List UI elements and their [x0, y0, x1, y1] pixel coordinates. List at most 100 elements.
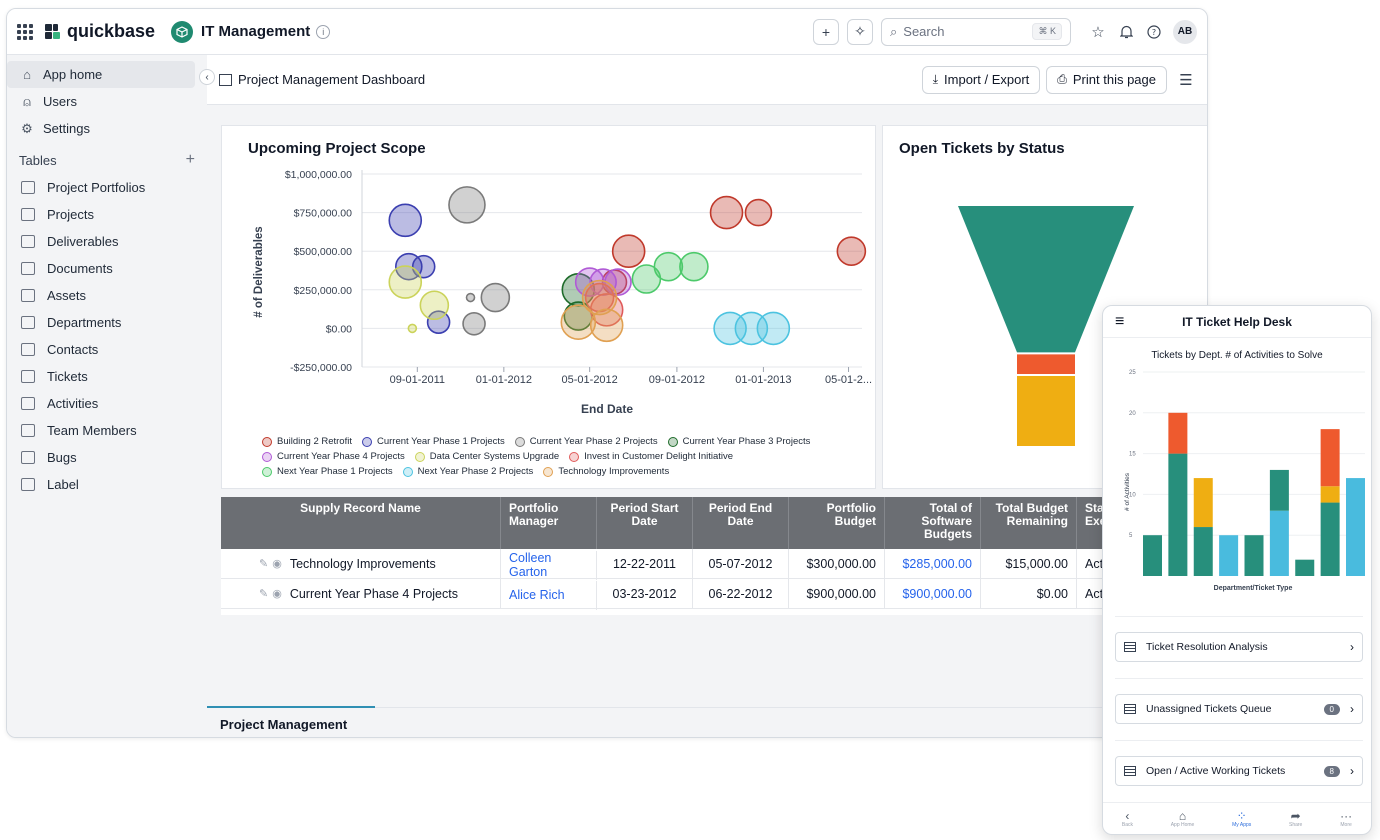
info-icon[interactable]: i [316, 24, 331, 39]
column-header[interactable]: Total Budget Remaining [981, 497, 1077, 549]
column-header[interactable]: Supply Record Name [221, 497, 501, 549]
legend-item[interactable]: Current Year Phase 3 Projects [667, 436, 810, 448]
page-title: Project Management Dashboard [219, 72, 425, 87]
legend-swatch [514, 437, 525, 447]
footer-app-home[interactable]: ⌂ App Home [1171, 810, 1195, 828]
bar-segment[interactable] [1168, 412, 1188, 454]
sidebar-table-label[interactable]: Label [7, 471, 207, 498]
avatar[interactable]: AB [1173, 19, 1197, 44]
sidebar-table-assets[interactable]: Assets [7, 282, 207, 309]
column-header[interactable]: Total of Software Budgets [885, 497, 981, 549]
bubble-point [465, 292, 476, 303]
bar-segment[interactable] [1168, 453, 1188, 576]
table-cell: $300,000.00 [806, 556, 876, 571]
column-header[interactable]: Portfolio Budget [789, 497, 885, 549]
app-grid-icon[interactable] [17, 23, 33, 40]
help-icon[interactable]: ? [1141, 19, 1167, 45]
bar-segment[interactable] [1346, 478, 1365, 576]
x-axis-label: End Date [581, 402, 633, 416]
table-cell[interactable]: $900,000.00 [902, 587, 972, 601]
bar-segment[interactable] [1295, 559, 1315, 576]
sidebar-table-deliverables[interactable]: Deliverables [7, 228, 207, 255]
import-export-button[interactable]: ⤓ Import / Export [921, 65, 1041, 94]
sliders-icon[interactable]: ☰ [1173, 71, 1199, 89]
legend-item[interactable]: Next Year Phase 2 Projects [402, 466, 533, 478]
home-icon: ⌂ [23, 67, 31, 82]
table-cell[interactable]: Colleen Garton [509, 551, 588, 579]
bar-segment[interactable] [1219, 535, 1239, 576]
star-icon[interactable]: ☆ [1085, 19, 1111, 45]
bar-segment[interactable] [1269, 510, 1289, 576]
sidebar-table-bugs[interactable]: Bugs [7, 444, 207, 471]
legend-item[interactable]: Next Year Phase 1 Projects [262, 466, 393, 478]
legend-item[interactable]: Current Year Phase 4 Projects [262, 451, 405, 463]
y-tick-label: $750,000.00 [294, 208, 353, 220]
report-open-active-working-tickets[interactable]: Open / Active Working Tickets 8 › [1115, 756, 1363, 786]
x-tick-label: 09-01-2012 [649, 374, 705, 386]
footer-back[interactable]: ‹ Back [1122, 810, 1133, 828]
bar-segment[interactable] [1143, 535, 1162, 576]
sidebar-table-contacts[interactable]: Contacts [7, 336, 207, 363]
bar-segment[interactable] [1320, 502, 1340, 576]
download-icon: ⤓ [932, 72, 939, 86]
bubble-point [448, 186, 486, 224]
legend-item[interactable]: Invest in Customer Delight Initiative [569, 451, 733, 463]
bar-segment[interactable] [1193, 478, 1213, 528]
column-header[interactable]: Portfolio Manager [501, 497, 597, 549]
add-button[interactable]: + [813, 18, 839, 45]
legend-item[interactable]: Building 2 Retrofit [262, 436, 352, 448]
sidebar-item-users[interactable]: ⍝ Users [7, 88, 207, 115]
sidebar-item-app-home[interactable]: ⌂ App home [7, 61, 195, 88]
view-icon[interactable]: ◉ [272, 557, 282, 570]
footer-my-apps[interactable]: ⁘ My Apps [1232, 810, 1251, 828]
funnel-segment[interactable] [1017, 376, 1075, 446]
table-cell[interactable]: $285,000.00 [902, 557, 972, 571]
sidebar-table-departments[interactable]: Departments [7, 309, 207, 336]
table-row[interactable]: ✎ ◉ Current Year Phase 4 Projects Alice Ric… [221, 579, 1207, 610]
sidebar-table-team-members[interactable]: Team Members [7, 417, 207, 444]
edit-icon[interactable]: ✎ [259, 557, 268, 570]
quickbase-logo[interactable]: quickbase [45, 21, 155, 42]
quickbase-logo-icon [45, 23, 61, 40]
sidebar-table-documents[interactable]: Documents [7, 255, 207, 282]
search-input[interactable]: ⌕ Search ⌘ K [881, 17, 1071, 46]
bar-segment[interactable] [1320, 486, 1340, 503]
sidebar-table-project-portfolios[interactable]: Project Portfolios [7, 174, 207, 201]
table-cell: Technology Improvements [289, 556, 436, 571]
collapse-sidebar-button[interactable]: ‹ [199, 69, 215, 85]
sidebar-item-settings[interactable]: ⚙ Settings [7, 115, 207, 142]
footer-more[interactable]: ··· More [1340, 810, 1352, 828]
table-cell: $900,000.00 [806, 586, 876, 601]
sidebar-table-activities[interactable]: Activities [7, 390, 207, 417]
bar-segment[interactable] [1193, 527, 1213, 576]
legend-item[interactable]: Data Center Systems Upgrade [414, 451, 559, 463]
bell-icon[interactable] [1113, 19, 1139, 45]
app-icon[interactable] [171, 20, 194, 43]
bar-segment[interactable] [1320, 429, 1340, 487]
sidebar-table-projects[interactable]: Projects [7, 201, 207, 228]
tab-project-management[interactable]: Project Management [207, 706, 375, 736]
bar-segment[interactable] [1269, 469, 1289, 511]
legend-swatch [262, 452, 272, 462]
report-unassigned-tickets-queue[interactable]: Unassigned Tickets Queue 0 › [1115, 694, 1363, 724]
report-ticket-resolution-analysis[interactable]: Ticket Resolution Analysis › [1115, 632, 1363, 662]
ai-assist-button[interactable]: ✧ [847, 18, 873, 45]
column-header[interactable]: Period Start Date [597, 497, 693, 549]
view-icon[interactable]: ◉ [272, 587, 282, 600]
footer-share[interactable]: ➦ Share [1289, 810, 1302, 828]
column-header[interactable]: Period End Date [693, 497, 789, 549]
edit-icon[interactable]: ✎ [259, 587, 268, 600]
sidebar-table-tickets[interactable]: Tickets [7, 363, 207, 390]
table-cell[interactable]: Alice Rich [509, 588, 565, 602]
legend-item[interactable]: Current Year Phase 1 Projects [361, 436, 505, 448]
funnel-segment[interactable] [1017, 354, 1075, 374]
table-row[interactable]: ✎ ◉ Technology Improvements Colleen Garton 1… [221, 549, 1207, 580]
print-button[interactable]: ⎙ Print this page [1046, 65, 1167, 94]
bubble-point [709, 195, 744, 230]
bar-segment[interactable] [1244, 535, 1264, 576]
add-table-icon[interactable]: + [186, 151, 195, 169]
hamburger-menu-icon[interactable]: ≡ [1115, 313, 1131, 331]
app-title[interactable]: IT Management [201, 23, 310, 40]
legend-item[interactable]: Current Year Phase 2 Projects [514, 436, 658, 448]
legend-item[interactable]: Technology Improvements [543, 466, 669, 478]
